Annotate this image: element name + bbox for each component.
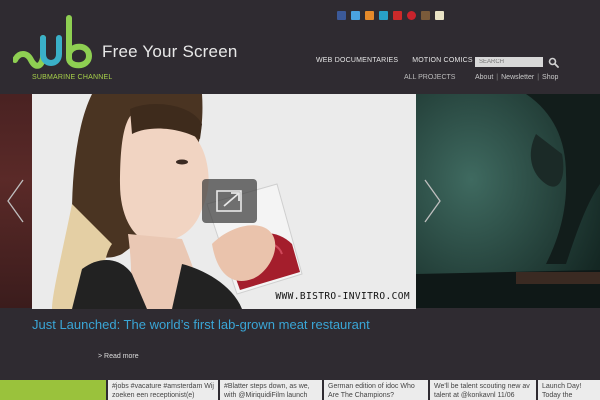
ticker-accent bbox=[0, 380, 106, 400]
nav-motion-comics[interactable]: MOTION COMICS bbox=[412, 57, 473, 64]
hero-caption: WWW.BISTRO-INVITRO.COM bbox=[275, 291, 410, 302]
ticker-item[interactable]: #Blatter steps down, as we, with @Miriqu… bbox=[218, 380, 322, 400]
instagram-icon[interactable] bbox=[421, 11, 430, 20]
email-icon[interactable] bbox=[435, 11, 444, 20]
ticker-item[interactable]: Launch Day! Today the German edition bbox=[536, 380, 600, 400]
social-links bbox=[337, 11, 444, 20]
divider: | bbox=[537, 74, 540, 81]
ticker-item[interactable]: German edition of idoc Who Are The Champ… bbox=[322, 380, 428, 400]
rss-icon[interactable] bbox=[365, 11, 374, 20]
youtube-icon[interactable] bbox=[393, 11, 402, 20]
site-tagline: Free Your Screen bbox=[102, 42, 238, 61]
search-input[interactable] bbox=[475, 57, 543, 67]
read-more-link[interactable]: > Read more bbox=[98, 353, 139, 360]
chevron-right-icon[interactable] bbox=[421, 178, 443, 224]
main-nav: WEB DOCUMENTARIES MOTION COMICS bbox=[316, 57, 473, 64]
hero-slide[interactable]: WWW.BISTRO-INVITRO.COM bbox=[32, 94, 416, 309]
vimeo-icon[interactable] bbox=[379, 11, 388, 20]
twitter-icon[interactable] bbox=[351, 11, 360, 20]
shop-link[interactable]: Shop bbox=[542, 74, 558, 81]
news-ticker: #jobs #vacature #amsterdam Wij zoeken ee… bbox=[0, 380, 600, 400]
pinterest-icon[interactable] bbox=[407, 11, 416, 20]
divider: | bbox=[496, 74, 499, 81]
ticker-item[interactable]: We'll be talent scouting new av talent a… bbox=[428, 380, 536, 400]
about-link[interactable]: About bbox=[475, 74, 493, 81]
expand-icon bbox=[216, 190, 242, 212]
fullscreen-button[interactable] bbox=[202, 179, 257, 223]
facebook-icon[interactable] bbox=[337, 11, 346, 20]
slide-image bbox=[416, 94, 600, 308]
submarine-logo[interactable] bbox=[13, 14, 99, 70]
slide-headline[interactable]: Just Launched: The world’s first lab-gro… bbox=[32, 317, 372, 333]
next-slide-preview[interactable] bbox=[416, 94, 600, 308]
ticker-item[interactable]: #jobs #vacature #amsterdam Wij zoeken ee… bbox=[106, 380, 218, 400]
nav-all-projects[interactable]: ALL PROJECTS bbox=[404, 74, 455, 81]
brand-sublabel: SUBMARINE CHANNEL bbox=[32, 74, 113, 81]
nav-web-documentaries[interactable]: WEB DOCUMENTARIES bbox=[316, 57, 398, 64]
chevron-left-icon[interactable] bbox=[5, 178, 27, 224]
utility-links: About | Newsletter | Shop bbox=[475, 74, 558, 81]
search-icon[interactable] bbox=[548, 57, 559, 68]
newsletter-link[interactable]: Newsletter bbox=[501, 74, 534, 81]
